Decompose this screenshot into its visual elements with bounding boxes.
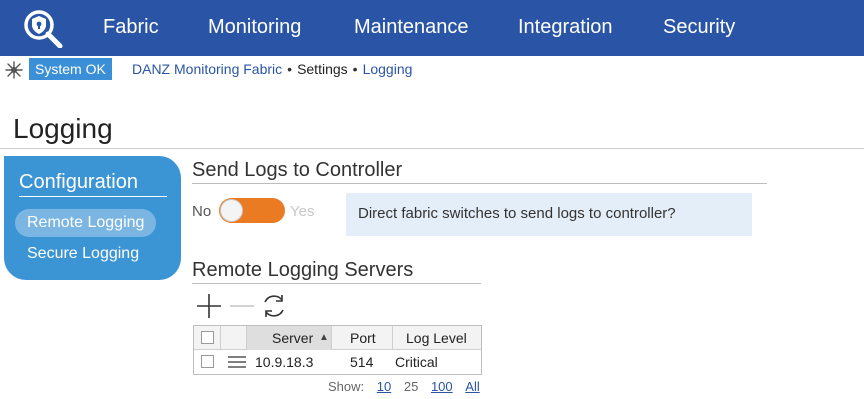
nav-maintenance[interactable]: Maintenance: [354, 15, 469, 39]
top-nav-bar: Fabric Monitoring Maintenance Integratio…: [0, 0, 864, 56]
nav-integration[interactable]: Integration: [518, 15, 613, 39]
configuration-title: Configuration: [19, 171, 138, 193]
breadcrumb: DANZ Monitoring Fabric • Settings • Logging: [132, 60, 412, 78]
title-divider: [0, 148, 864, 149]
breadcrumb-separator: •: [287, 61, 293, 77]
minus-icon[interactable]: [228, 292, 256, 320]
column-divider: [220, 326, 221, 350]
remote-servers-title: Remote Logging Servers: [192, 259, 414, 281]
pager-label: Show:: [328, 379, 365, 394]
nav-monitoring[interactable]: Monitoring: [208, 15, 301, 39]
column-divider: [331, 326, 332, 350]
page-size-option-100[interactable]: 100: [431, 379, 453, 394]
sidebar-item-remote-logging[interactable]: Remote Logging: [15, 209, 157, 237]
breadcrumb-separator: •: [352, 61, 358, 77]
send-logs-divider: [192, 183, 767, 184]
page-size-option-25: 25: [403, 379, 419, 394]
nav-fabric[interactable]: Fabric: [103, 15, 159, 39]
page-size-option-all[interactable]: All: [465, 379, 479, 394]
select-all-checkbox[interactable]: [201, 331, 214, 344]
page-size-option-10[interactable]: 10: [377, 379, 391, 394]
configuration-panel: Configuration Remote Logging Secure Logg…: [4, 156, 181, 280]
breadcrumb-item-dmf[interactable]: DANZ Monitoring Fabric: [132, 61, 282, 77]
breadcrumb-item-logging[interactable]: Logging: [363, 61, 413, 77]
system-status-badge[interactable]: System OK: [29, 58, 112, 80]
servers-table: Server ▲ Port Log Level 10.9.18.3 514 Cr…: [193, 325, 482, 375]
toggle-off-label: No: [192, 203, 212, 220]
refresh-icon[interactable]: [260, 292, 288, 320]
breadcrumb-item-settings: Settings: [297, 61, 348, 77]
sort-ascending-icon[interactable]: ▲: [319, 326, 329, 350]
remote-servers-divider: [192, 283, 481, 284]
cell-log-level: Critical: [395, 354, 438, 370]
configuration-divider: [19, 196, 167, 197]
nav-security[interactable]: Security: [663, 15, 735, 39]
page-size-selector: Show: 10 25 100 All: [328, 379, 480, 395]
send-logs-help-box: Direct fabric switches to send logs to c…: [346, 193, 752, 236]
row-select-checkbox[interactable]: [201, 355, 214, 368]
plus-icon[interactable]: [195, 292, 223, 320]
bug-icon: [5, 61, 23, 79]
cell-port: 514: [350, 354, 374, 370]
send-logs-help-text: Direct fabric switches to send logs to c…: [358, 205, 676, 222]
toggle-on-label: Yes: [290, 203, 315, 220]
column-divider: [246, 326, 247, 350]
send-logs-title: Send Logs to Controller: [192, 159, 403, 181]
cell-server: 10.9.18.3: [255, 354, 314, 370]
toggle-knob[interactable]: [220, 199, 243, 222]
search-shield-logo-icon[interactable]: [22, 8, 64, 48]
table-header: Server ▲ Port Log Level: [194, 326, 481, 350]
column-header-port[interactable]: Port: [350, 326, 376, 350]
column-divider: [392, 326, 393, 350]
row-menu-icon[interactable]: [228, 356, 246, 368]
page-title: Logging: [13, 113, 113, 144]
column-header-server[interactable]: Server: [272, 326, 313, 350]
table-row[interactable]: 10.9.18.3 514 Critical: [194, 350, 481, 374]
column-header-log-level[interactable]: Log Level: [406, 326, 467, 350]
send-logs-toggle[interactable]: [219, 198, 285, 223]
sidebar-item-secure-logging[interactable]: Secure Logging: [15, 240, 151, 268]
